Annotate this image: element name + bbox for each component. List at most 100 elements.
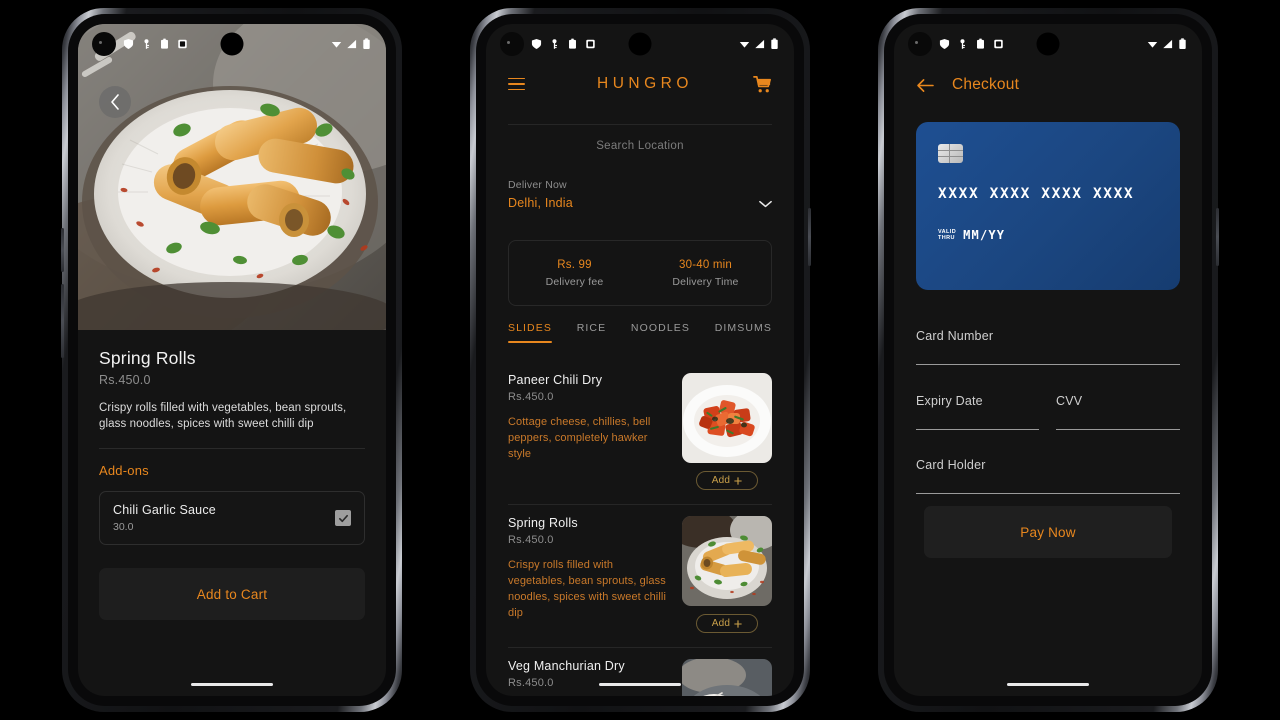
list-item[interactable]: Paneer Chili Dry Rs.450.0 Cottage cheese… — [486, 362, 794, 490]
card-holder-label: Card Holder — [916, 458, 986, 472]
phone-mockup-detail: Spring Rolls Rs.450.0 Crispy rolls fille… — [61, 8, 402, 712]
check-icon — [338, 514, 348, 522]
list-item[interactable]: Veg Manchurian Dry Rs.450.0 — [486, 648, 794, 696]
cvv-field[interactable]: CVV — [1056, 394, 1180, 430]
tab-dimsums[interactable]: DIMSUMS — [715, 322, 772, 343]
product-hero-image — [78, 24, 386, 330]
card-validity-row: VALID THRU MM/YY — [938, 228, 1158, 242]
food-item-name: Spring Rolls — [508, 516, 578, 530]
checkout-app-bar: Checkout — [894, 64, 1202, 106]
signal-icon — [1163, 39, 1173, 49]
field-underline — [1056, 429, 1180, 430]
battery-saver-icon — [977, 38, 984, 49]
food-item-thumbnail — [682, 659, 772, 696]
phone-volume-button[interactable] — [61, 284, 64, 358]
phone-side-button[interactable] — [61, 228, 64, 272]
battery-icon — [363, 38, 370, 49]
card-number-label: Card Number — [916, 329, 994, 343]
status-bar-left-icons — [500, 32, 596, 56]
home-indicator[interactable] — [191, 683, 273, 686]
credit-card-preview: XXXX XXXX XXXX XXXX VALID THRU MM/YY — [916, 122, 1180, 290]
tab-slides[interactable]: SLIDES — [508, 322, 552, 343]
addon-name: Chili Garlic Sauce — [113, 503, 216, 517]
card-holder-field[interactable]: Card Holder — [916, 458, 1180, 494]
shield-icon — [123, 38, 134, 50]
status-bar-right-icons — [331, 38, 372, 50]
phone1-screen: Spring Rolls Rs.450.0 Crispy rolls fille… — [78, 24, 386, 696]
pay-now-button[interactable]: Pay Now — [924, 506, 1172, 558]
search-location-input[interactable]: Search Location — [486, 132, 794, 160]
valid-thru-label: VALID THRU — [938, 228, 957, 242]
food-item-info: Paneer Chili Dry Rs.450.0 Cottage cheese… — [508, 373, 670, 490]
app-icon — [178, 39, 187, 49]
brand-title: HUNGRO — [597, 75, 693, 92]
home-indicator[interactable] — [1007, 683, 1089, 686]
camera-pill-icon — [500, 32, 524, 56]
key-icon — [960, 39, 965, 49]
delivery-info-card: Rs. 99 Delivery fee 30-40 min Delivery T… — [508, 240, 772, 306]
phone-side-button[interactable] — [808, 208, 811, 266]
key-icon — [144, 39, 149, 49]
add-item-button[interactable]: Add — [696, 614, 758, 633]
food-item-info: Veg Manchurian Dry Rs.450.0 — [508, 659, 670, 696]
camera-pill-icon — [908, 32, 932, 56]
list-item[interactable]: Spring Rolls Rs.450.0 Crispy rolls fille… — [486, 505, 794, 633]
key-icon — [552, 39, 557, 49]
page-title: Checkout — [952, 76, 1020, 93]
food-item-description: Cottage cheese, chillies, bell peppers, … — [508, 416, 651, 460]
plus-icon — [734, 619, 742, 628]
tab-noodles[interactable]: NOODLES — [631, 322, 690, 343]
status-bar-left-icons — [92, 32, 188, 56]
hamburger-menu-icon[interactable] — [508, 77, 525, 91]
product-detail-body: Spring Rolls Rs.450.0 Crispy rolls fille… — [78, 330, 386, 620]
status-bar-right-icons — [1147, 38, 1188, 50]
wifi-icon — [1147, 41, 1158, 48]
veg-manchurian-dry-illustration — [682, 659, 772, 696]
status-bar-left-icons — [908, 32, 1004, 56]
shield-icon — [531, 38, 542, 50]
food-item-price: Rs.450.0 — [508, 534, 554, 546]
food-item-name: Paneer Chili Dry — [508, 373, 603, 387]
addons-heading: Add-ons — [99, 463, 149, 478]
wifi-icon — [739, 41, 750, 48]
food-item-description: Crispy rolls filled with vegetables, bea… — [508, 559, 666, 619]
phone-mockup-checkout: Checkout XXXX XXXX XXXX XXXX VALID THRU … — [878, 8, 1219, 712]
front-camera-punch-hole — [220, 32, 244, 56]
chevron-left-icon — [111, 94, 119, 110]
food-item-price: Rs.450.0 — [508, 391, 554, 403]
delivery-time-label: Delivery Time — [672, 275, 739, 288]
tab-rice[interactable]: RICE — [577, 322, 607, 343]
delivery-time-block: 30-40 min Delivery Time — [640, 259, 771, 288]
addon-checkbox[interactable] — [335, 510, 351, 526]
food-list[interactable]: Paneer Chili Dry Rs.450.0 Cottage cheese… — [486, 362, 794, 696]
card-chip-icon — [938, 144, 963, 163]
food-item-right: Add — [682, 373, 772, 490]
phone-side-button[interactable] — [1216, 208, 1219, 266]
food-item-thumbnail — [682, 516, 772, 606]
product-description: Crispy rolls filled with vegetables, bea… — [99, 402, 347, 430]
add-item-button[interactable]: Add — [696, 471, 758, 490]
addon-item[interactable]: Chili Garlic Sauce 30.0 — [99, 491, 365, 545]
add-to-cart-button[interactable]: Add to Cart — [99, 568, 365, 620]
app-bar: HUNGRO — [486, 64, 794, 104]
field-underline — [916, 493, 1180, 494]
shopping-cart-icon[interactable] — [753, 75, 772, 94]
food-item-right: Add — [682, 516, 772, 633]
delivery-location-selector[interactable]: Deliver Now Delhi, India — [508, 179, 772, 210]
page-title: Spring Rolls — [99, 348, 196, 368]
divider — [99, 448, 365, 449]
battery-saver-icon — [569, 38, 576, 49]
delivery-fee-label: Delivery fee — [545, 275, 604, 288]
home-indicator[interactable] — [599, 683, 681, 686]
card-number-field[interactable]: Card Number — [916, 329, 1180, 365]
expiry-date-field[interactable]: Expiry Date — [916, 394, 1039, 430]
arrow-left-icon[interactable] — [916, 78, 935, 93]
battery-saver-icon — [161, 38, 168, 49]
delivery-fee-block: Rs. 99 Delivery fee — [509, 259, 640, 288]
expiry-date-label: Expiry Date — [916, 394, 983, 408]
addon-price: 30.0 — [113, 521, 134, 533]
chevron-down-icon[interactable] — [759, 200, 772, 208]
front-camera-punch-hole — [628, 32, 652, 56]
addon-text: Chili Garlic Sauce 30.0 — [113, 503, 335, 533]
back-button[interactable] — [99, 86, 131, 118]
